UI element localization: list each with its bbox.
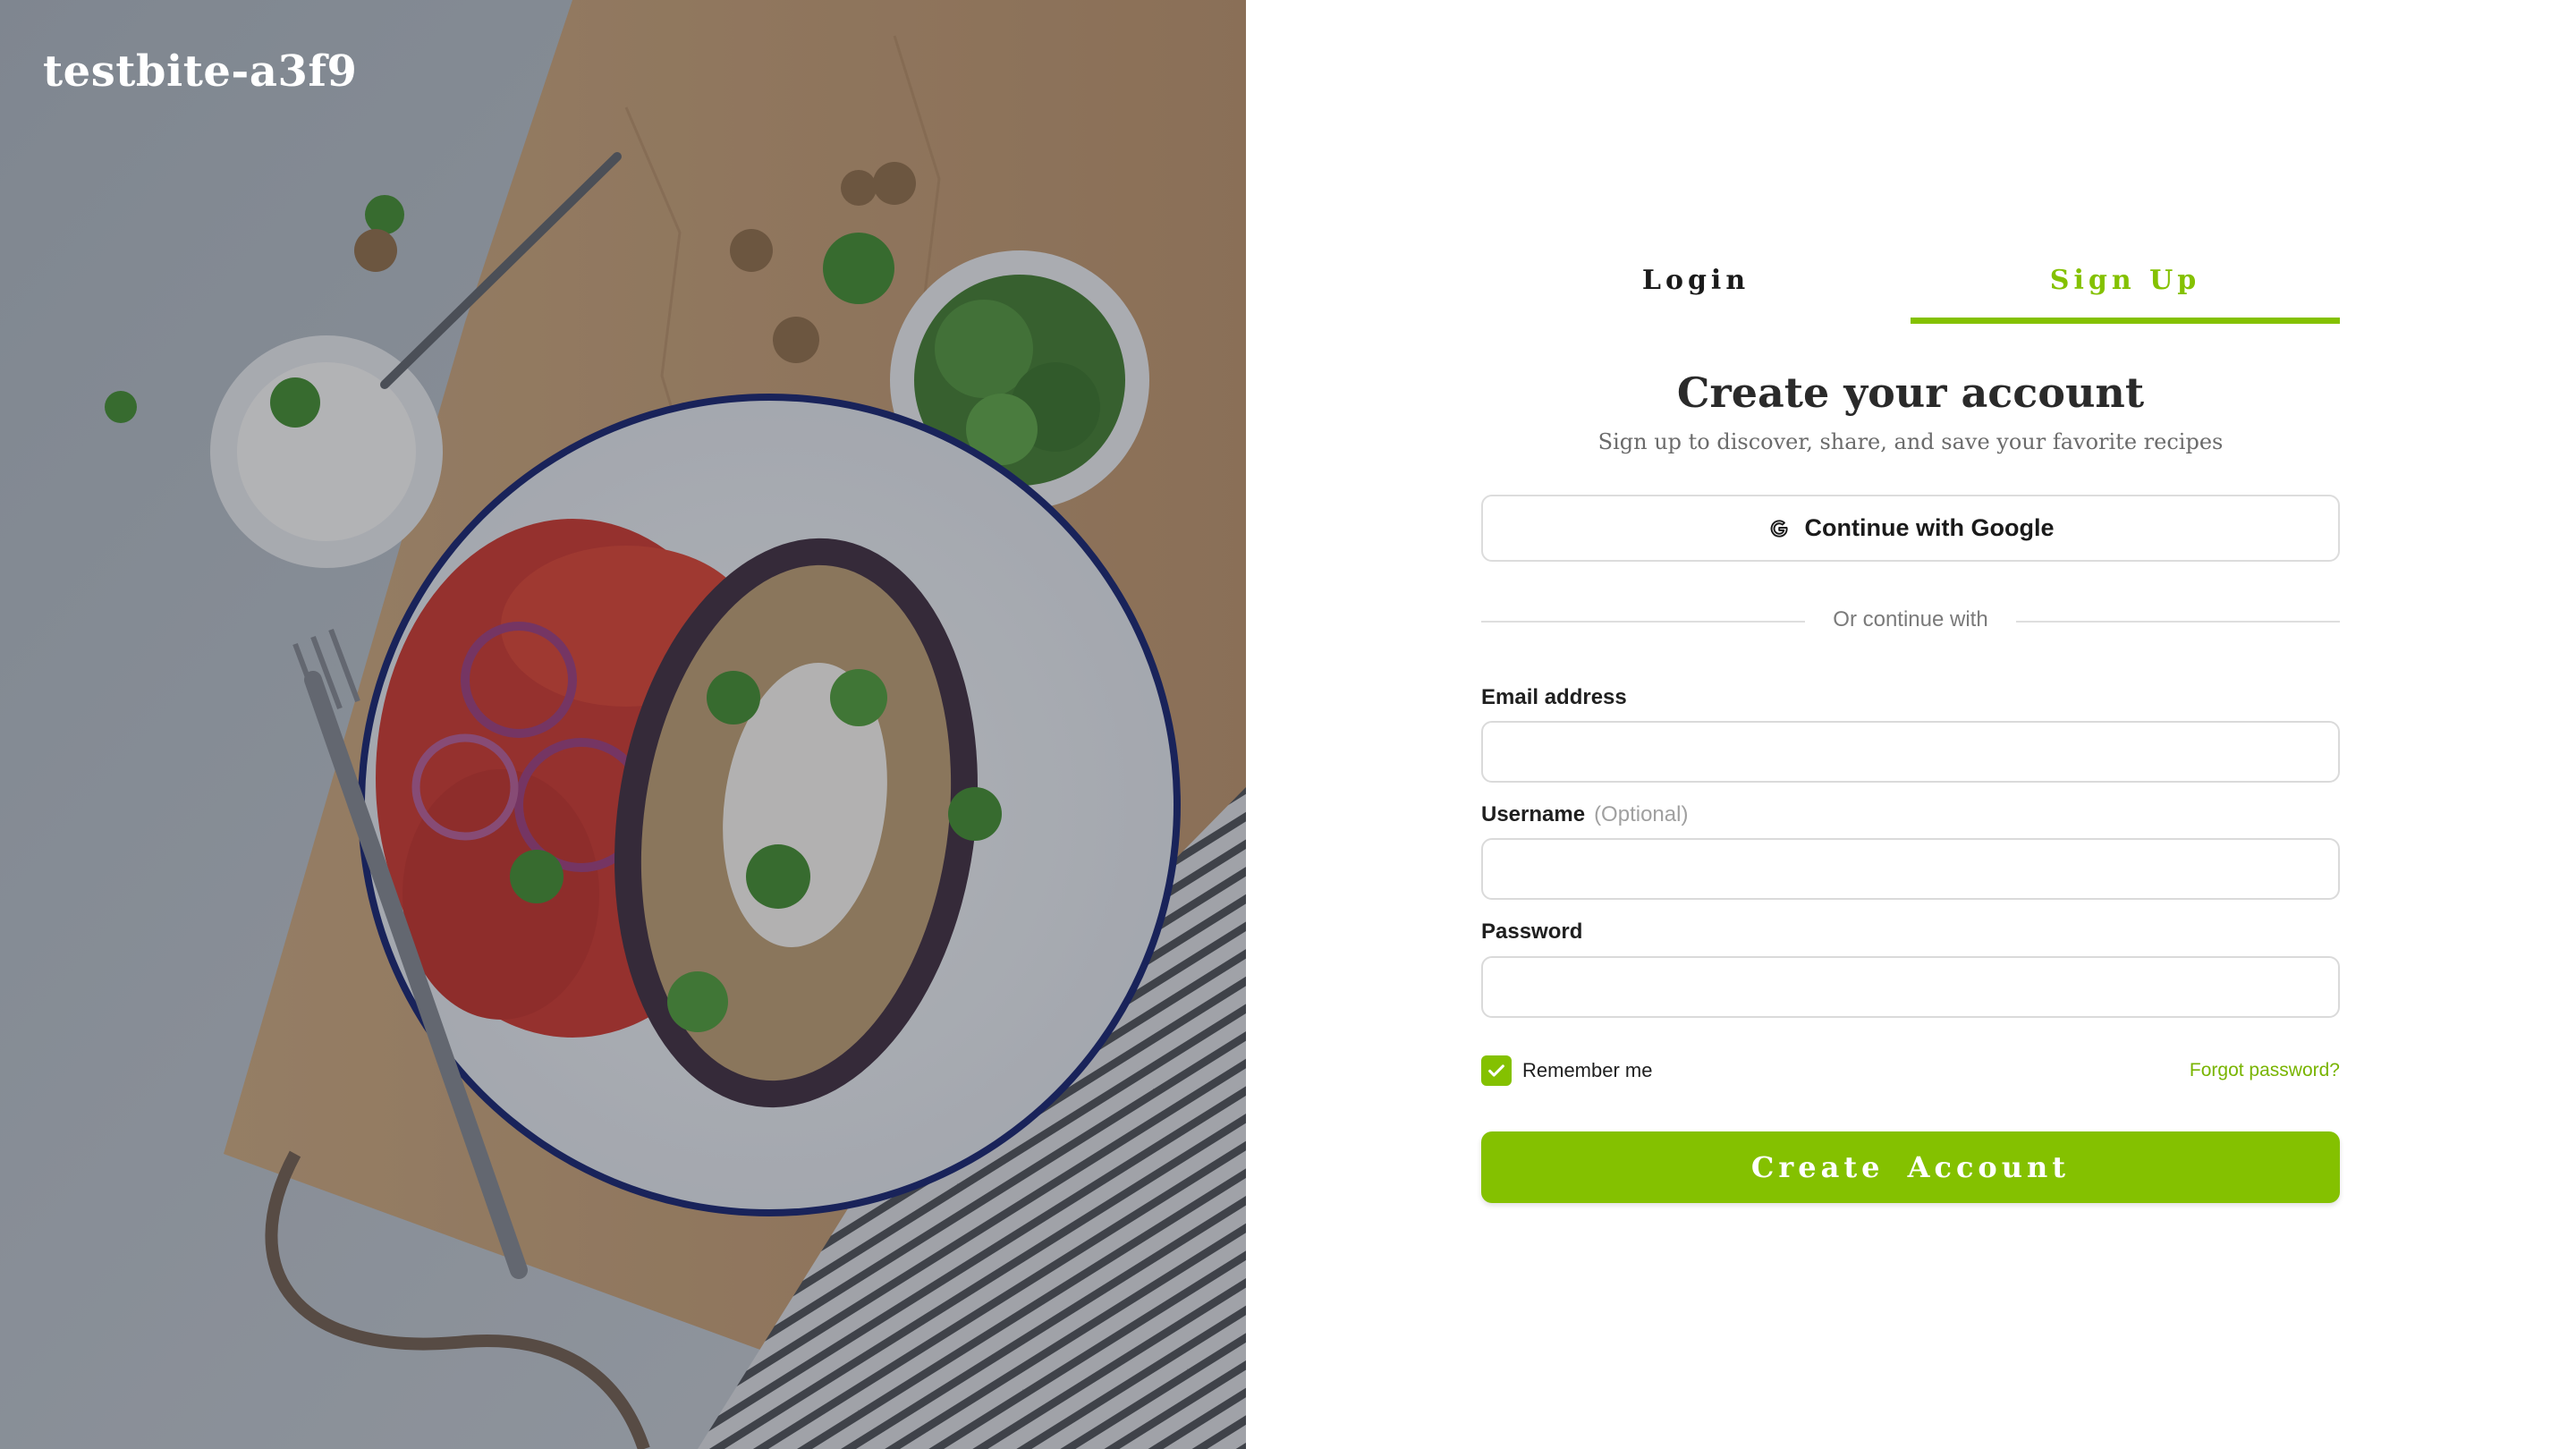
username-label-text: Username bbox=[1481, 802, 1586, 826]
remember-me-label: Remember me bbox=[1522, 1059, 1653, 1081]
hero-image-panel: testbite-a3f9 bbox=[0, 0, 1246, 1449]
page-title: Create your account bbox=[1676, 369, 2145, 417]
google-button-label: Continue with Google bbox=[1804, 514, 2055, 541]
food-photo bbox=[0, 0, 1246, 1449]
or-divider: Or continue with bbox=[1481, 605, 2340, 637]
auth-tabs: Login Sign Up bbox=[1481, 250, 2340, 324]
forgot-password-link[interactable]: Forgot password? bbox=[2190, 1060, 2340, 1081]
remember-me-control[interactable]: Remember me bbox=[1481, 1055, 1652, 1086]
remember-me-checkbox[interactable] bbox=[1481, 1055, 1512, 1086]
password-label-text: Password bbox=[1481, 919, 1583, 944]
google-g-icon bbox=[1770, 519, 1788, 538]
divider-line-right bbox=[2016, 621, 2340, 623]
email-field[interactable] bbox=[1481, 721, 2340, 783]
divider-text: Or continue with bbox=[1833, 607, 1988, 631]
optional-hint: (Optional) bbox=[1594, 802, 1689, 826]
password-field[interactable] bbox=[1481, 956, 2340, 1018]
signup-form: Login Sign Up Create your account Sign u… bbox=[1481, 0, 2340, 1449]
page-subtitle: Sign up to discover, share, and save you… bbox=[1597, 429, 2224, 454]
continue-with-google-button[interactable]: Continue with Google bbox=[1481, 495, 2340, 562]
email-label: Email address bbox=[1481, 685, 1627, 710]
active-tab-indicator bbox=[1911, 318, 2340, 324]
email-label-text: Email address bbox=[1481, 685, 1627, 709]
auth-panel: Login Sign Up Create your account Sign u… bbox=[1246, 0, 2576, 1449]
create-account-button[interactable]: Create Account bbox=[1481, 1131, 2340, 1203]
checkmark-icon bbox=[1488, 1064, 1504, 1077]
tab-login[interactable]: Login bbox=[1481, 250, 1911, 324]
password-label: Password bbox=[1481, 919, 1582, 945]
brand-logo[interactable]: testbite-a3f9 bbox=[43, 47, 357, 97]
tab-signup[interactable]: Sign Up bbox=[1911, 250, 2340, 324]
username-label: Username (Optional) bbox=[1481, 802, 1688, 827]
username-field[interactable] bbox=[1481, 838, 2340, 900]
